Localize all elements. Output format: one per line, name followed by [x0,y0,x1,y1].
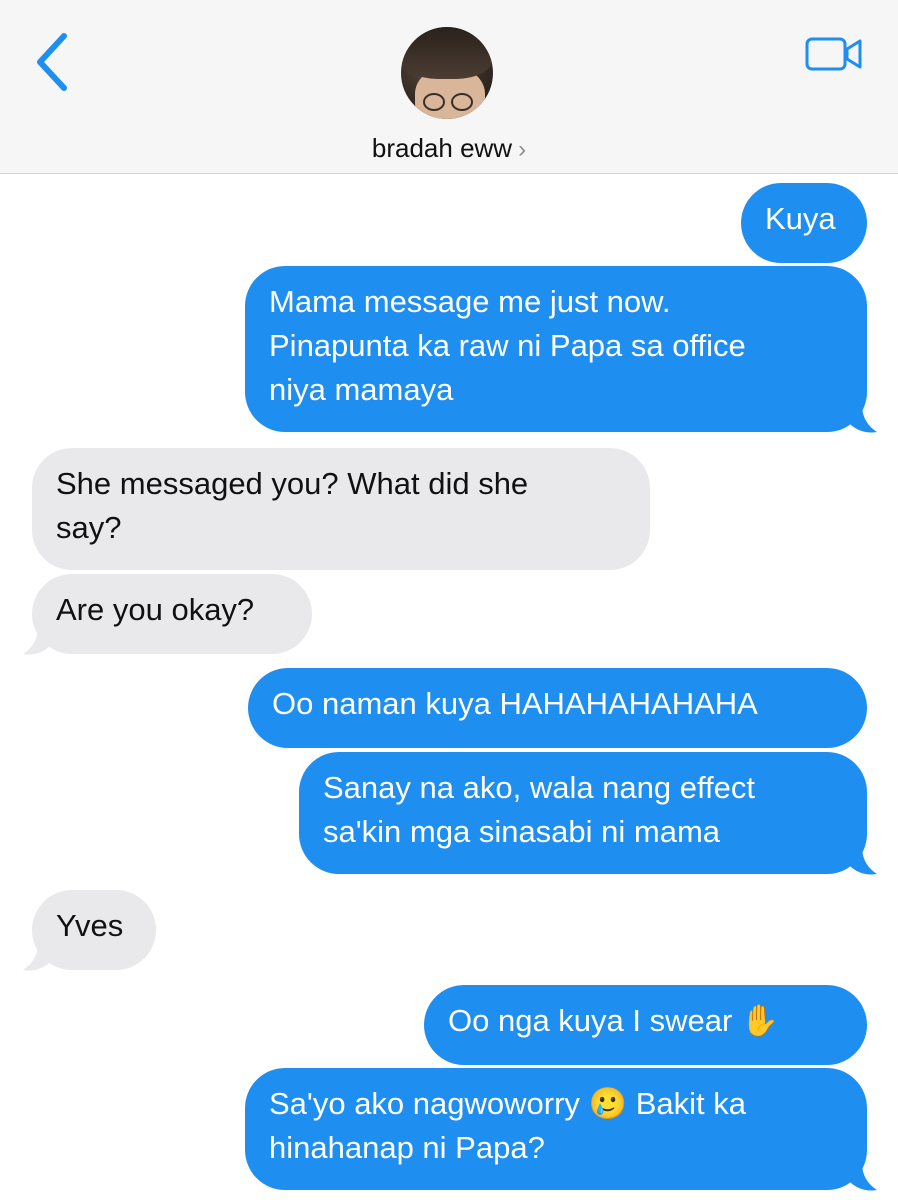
bubble-tail [23,942,50,971]
message-text: Kuya [765,201,836,236]
message-bubble-sent[interactable]: Oo nga kuya I swear ✋ [424,985,867,1065]
message-bubble-sent[interactable]: Kuya [741,183,867,263]
avatar-hair [401,27,493,79]
message-bubble-received[interactable]: Are you okay? [32,574,312,654]
back-chevron-icon[interactable] [30,30,78,94]
contact-avatar[interactable] [401,27,493,119]
bubble-tail [850,846,877,875]
avatar-glasses-right [451,93,473,111]
bubble-tail [850,1162,877,1191]
message-text: Are you okay? [56,592,255,627]
message-bubble-sent[interactable]: Sa'yo ako nagwoworry 🥲 Bakit ka hinahana… [245,1068,867,1190]
message-bubble-sent[interactable]: Mama message me just now. Pinapunta ka r… [245,266,867,432]
message-bubble-received[interactable]: Yves [32,890,156,970]
chevron-right-icon: › [518,136,527,163]
bubble-tail [23,626,50,655]
message-line: niya mamaya [269,372,454,407]
message-text: Oo nga kuya I swear ✋ [448,1003,780,1038]
message-bubble-received[interactable]: She messaged you? What did she say? [32,448,650,570]
message-text: Yves [56,908,124,943]
message-text: Oo naman kuya HAHAHAHAHAHA [272,686,758,721]
avatar-glasses-left [423,93,445,111]
message-line: Mama message me just now. [269,284,671,319]
message-line: Sa'yo ako nagwoworry 🥲 Bakit ka [269,1086,747,1121]
video-call-icon[interactable] [805,36,863,72]
bubble-tail [850,404,877,433]
message-line: say? [56,510,122,545]
message-line: She messaged you? What did she [56,466,529,501]
message-line: Pinapunta ka raw ni Papa sa office [269,328,746,363]
message-bubble-sent[interactable]: Oo naman kuya HAHAHAHAHAHA [248,668,867,748]
message-bubble-sent[interactable]: Sanay na ako, wala nang effect sa'kin mg… [299,752,867,874]
conversation-header: bradah eww › [0,0,898,174]
contact-name-button[interactable]: bradah eww › [0,133,898,164]
message-line: sa'kin mga sinasabi ni mama [323,814,721,849]
contact-name: bradah eww [371,133,513,163]
message-line: Sanay na ako, wala nang effect [323,770,756,805]
message-line: hinahanap ni Papa? [269,1130,545,1165]
